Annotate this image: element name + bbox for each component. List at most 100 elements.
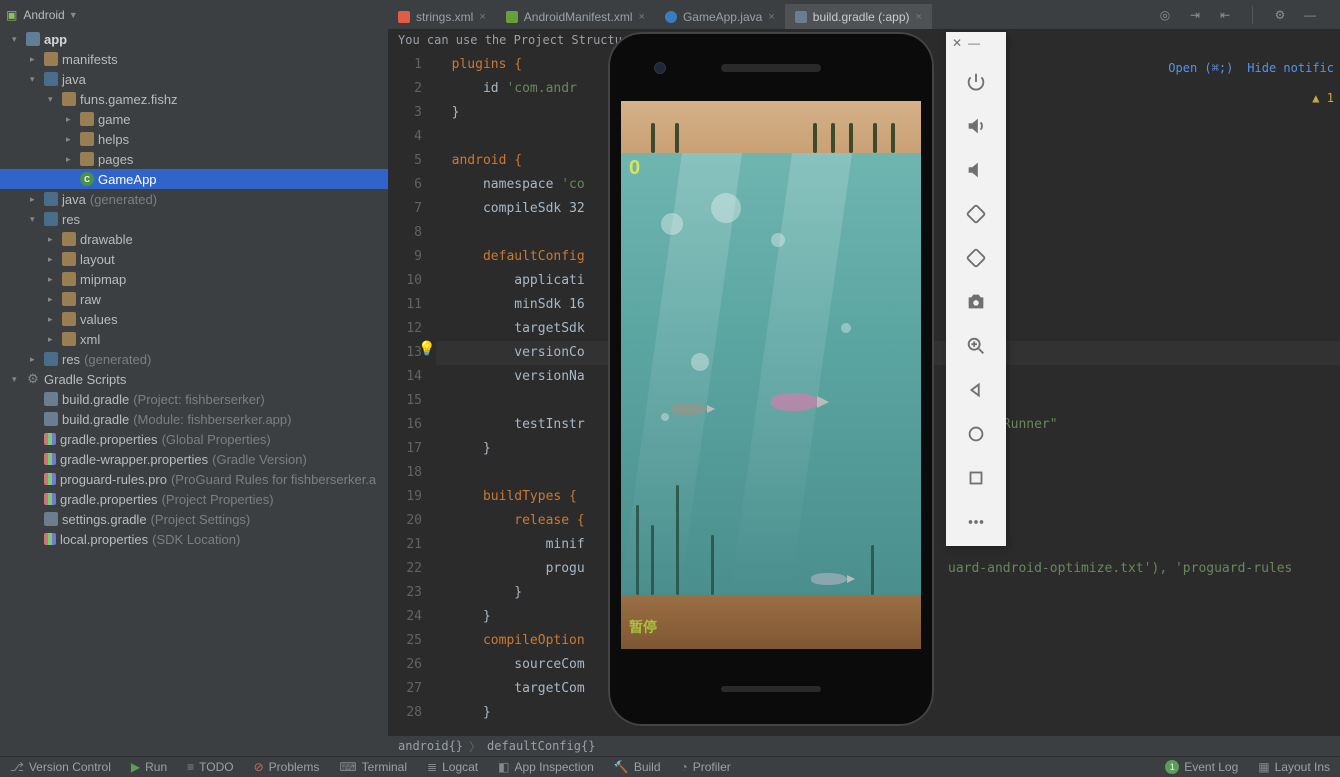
rotate-left-icon[interactable] [946,192,1006,236]
tab-label: GameApp.java [683,10,762,24]
expand-arrow-icon[interactable]: ▾ [48,94,58,105]
run-config-dropdown[interactable]: Android ▼ [23,8,77,22]
warn-count: 1 [1327,91,1334,105]
layout-inspector-tab[interactable]: ▦Layout Ins [1248,760,1340,774]
profiler-tab[interactable]: ◔Profiler [671,760,741,774]
terminal-tab[interactable]: ⌨Terminal [329,760,417,774]
expand-arrow-icon[interactable]: ▸ [30,194,40,205]
tree-node[interactable]: ▾ ⚙ Gradle Scripts [0,369,388,389]
notification-bar: Open (⌘;) Hide notific [1168,61,1334,75]
tree-label: GameApp [98,172,157,187]
editor-tab[interactable]: build.gradle (:app) × [785,4,932,29]
tree-node[interactable]: ▾ res [0,209,388,229]
tree-node[interactable]: gradle.properties (Project Properties) [0,489,388,509]
editor-tab[interactable]: AndroidManifest.xml × [496,4,655,29]
tree-node[interactable]: ▸ helps [0,129,388,149]
tree-node[interactable]: ▸ pages [0,149,388,169]
tree-node[interactable]: build.gradle (Project: fishberserker) [0,389,388,409]
todo-tab[interactable]: ≡TODO [177,760,243,774]
open-link[interactable]: Open (⌘;) [1168,61,1233,75]
close-icon[interactable]: × [479,11,485,23]
editor-tab[interactable]: GameApp.java × [655,4,785,29]
phone-screen[interactable]: 0 暂停 [621,101,921,649]
tree-node[interactable]: ▸ raw [0,289,388,309]
overview-icon[interactable] [946,456,1006,500]
expand-arrow-icon[interactable]: ▸ [48,234,58,245]
expand-arrow-icon[interactable]: ▸ [66,134,76,145]
expand-arrow-icon[interactable]: ▾ [12,374,22,385]
folder-icon [44,392,58,406]
pause-button[interactable]: 暂停 [629,617,657,637]
expand-arrow-icon[interactable]: ▾ [12,34,22,45]
expand-arrow-icon[interactable]: ▸ [30,354,40,365]
tree-node[interactable]: ▸ manifests [0,49,388,69]
minimize-icon[interactable]: — [968,36,980,54]
expand-arrow-icon[interactable]: ▸ [30,54,40,65]
tree-node[interactable]: build.gradle (Module: fishberserker.app) [0,409,388,429]
folder-icon [44,412,58,426]
tree-node[interactable]: ▸ values [0,309,388,329]
expand-arrow-icon[interactable]: ▾ [30,214,40,225]
expand-arrow-icon[interactable]: ▸ [48,294,58,305]
power-icon[interactable] [946,60,1006,104]
volume-up-icon[interactable] [946,104,1006,148]
back-icon[interactable] [946,368,1006,412]
tree-node[interactable]: ▸ xml [0,329,388,349]
build-tab[interactable]: 🔨Build [604,760,671,774]
expand-arrow-icon[interactable]: ▸ [48,314,58,325]
warning-badge[interactable]: ▲ 1 [1312,91,1334,105]
volume-down-icon[interactable] [946,148,1006,192]
tree-node[interactable]: ▸ mipmap [0,269,388,289]
tree-node[interactable]: ▸ java (generated) [0,189,388,209]
expand-arrow-icon[interactable]: ▸ [66,154,76,165]
tree-node[interactable]: ▸ res (generated) [0,349,388,369]
tree-node[interactable]: ▸ drawable [0,229,388,249]
tree-node[interactable]: ▾ java [0,69,388,89]
rotate-right-icon[interactable] [946,236,1006,280]
folder-icon [62,232,76,246]
close-icon[interactable]: × [768,11,774,23]
tree-node[interactable]: ▸ game [0,109,388,129]
expand-arrow-icon[interactable]: ▸ [66,114,76,125]
tree-node[interactable]: settings.gradle (Project Settings) [0,509,388,529]
phone-frame: 0 暂停 [608,32,934,726]
breadcrumb-item[interactable]: android{} [398,739,463,753]
more-icon[interactable] [946,500,1006,544]
tree-node[interactable]: C GameApp [0,169,388,189]
run-tab[interactable]: ▶Run [121,760,177,774]
close-icon[interactable]: ✕ [952,36,962,54]
close-icon[interactable]: × [639,11,645,23]
tree-node[interactable]: gradle.properties (Global Properties) [0,429,388,449]
app-inspection-tab[interactable]: ◧App Inspection [488,760,604,774]
expand-arrow-icon[interactable]: ▸ [48,254,58,265]
camera-icon[interactable] [946,280,1006,324]
tree-node[interactable]: local.properties (SDK Location) [0,529,388,549]
tree-node[interactable]: ▾ funs.gamez.fishz [0,89,388,109]
game-seabed [621,595,921,649]
tree-label: funs.gamez.fishz [80,92,178,107]
logcat-tab[interactable]: ≣Logcat [417,760,488,774]
expand-arrow-icon[interactable]: ▾ [30,74,40,85]
phone-bottom-bar [721,686,821,692]
breadcrumb-item[interactable]: defaultConfig{} [487,739,595,753]
event-count-badge: 1 [1165,760,1179,774]
editor-breadcrumb[interactable]: android{}〉defaultConfig{} [388,736,1340,756]
editor-tab[interactable]: strings.xml × [388,4,496,29]
tree-label: values [80,312,118,327]
tree-label: app [44,32,67,47]
expand-arrow-icon[interactable]: ▸ [48,334,58,345]
zoom-icon[interactable] [946,324,1006,368]
hide-link[interactable]: Hide notific [1247,61,1334,75]
version-control-tab[interactable]: ⎇Version Control [0,760,121,774]
tree-node[interactable]: ▸ layout [0,249,388,269]
tree-node[interactable]: gradle-wrapper.properties (Gradle Versio… [0,449,388,469]
lightbulb-icon[interactable]: 💡 [418,341,435,357]
expand-arrow-icon[interactable]: ▸ [48,274,58,285]
problems-tab[interactable]: ⊘Problems [244,760,330,774]
close-icon[interactable]: × [916,11,922,23]
event-log-tab[interactable]: 1Event Log [1155,760,1248,774]
tree-node[interactable]: proguard-rules.pro (ProGuard Rules for f… [0,469,388,489]
folder-icon [26,32,40,46]
tree-node[interactable]: ▾ app [0,29,388,49]
home-icon[interactable] [946,412,1006,456]
